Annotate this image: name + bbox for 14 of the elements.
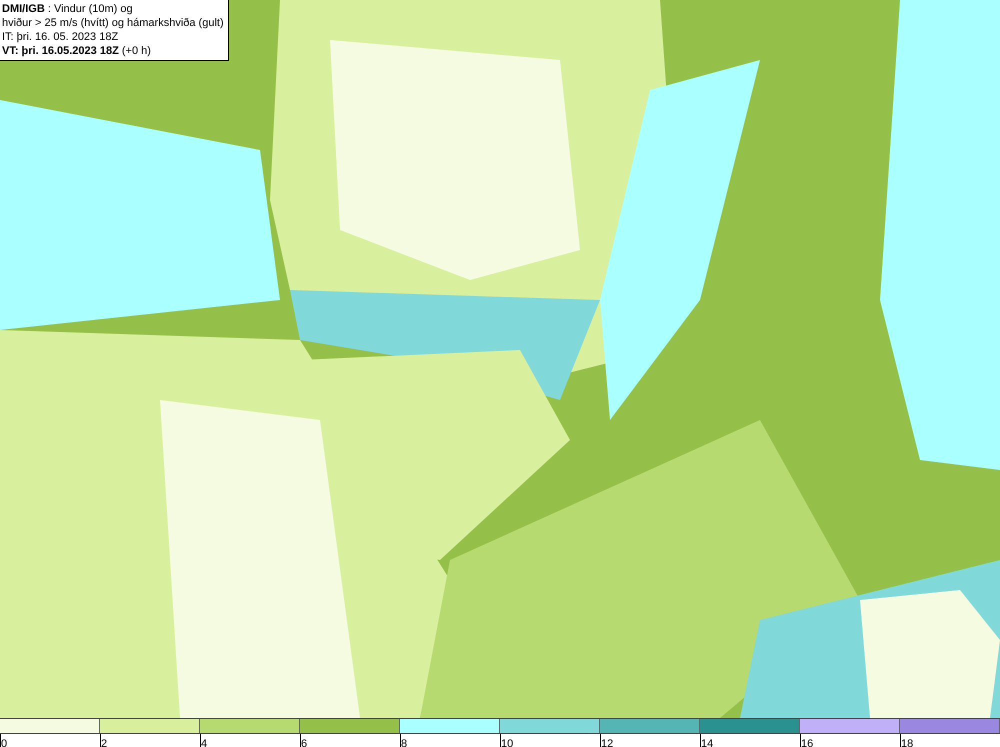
- header-text: VT: þri. 16.05.2023 18Z (+0 h): [2, 44, 152, 58]
- legend-tick-label: 12: [601, 738, 614, 747]
- legend-tick-label: 2: [101, 738, 108, 747]
- legend-tick-label: 6: [301, 738, 308, 747]
- header-text: IT: þri. 16. 05. 2023 18Z: [2, 30, 120, 44]
- legend-tick-label: 8: [401, 738, 408, 747]
- legend-tick-label: 4: [201, 738, 208, 747]
- legend-tick-label: 10: [501, 738, 514, 747]
- legend-tick-label: 16: [801, 738, 814, 747]
- header-text: DMI/IGB : Vindur (10m) og: [2, 2, 134, 16]
- legend-tick-label: 18: [901, 738, 914, 747]
- header-text: hviður > 25 m/s (hvítt) og hámarkshviða (gult): [2, 16, 224, 30]
- legend-tick-label: 14: [701, 738, 714, 747]
- legend-tick-label: 0: [1, 738, 8, 747]
